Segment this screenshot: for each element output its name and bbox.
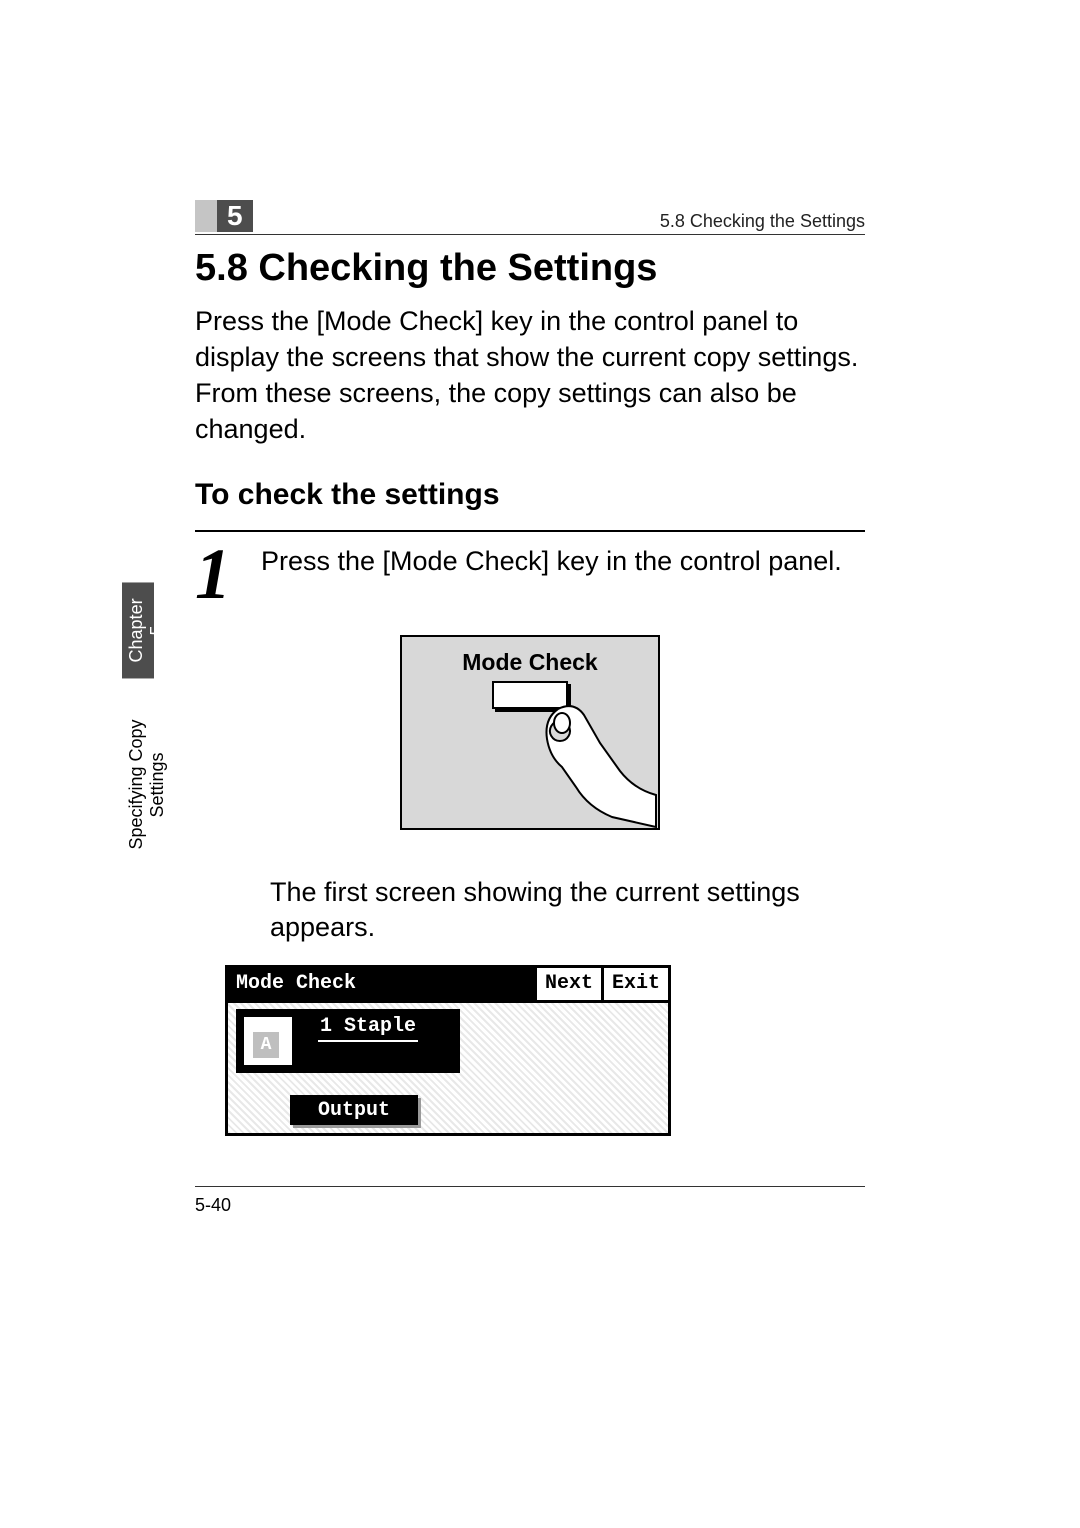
step-separator	[195, 530, 865, 532]
lcd-settings-box: A 1 Staple	[236, 1009, 460, 1073]
section-subtitle: To check the settings	[195, 478, 865, 512]
side-tab-chapter: Chapter 5	[122, 582, 154, 678]
lcd-screen: Mode Check Next Exit A 1 Staple Output	[225, 965, 671, 1136]
side-tab-label: Specifying Copy Settings	[122, 678, 154, 892]
footer-rule	[195, 1186, 865, 1187]
chapter-badge: 5	[195, 200, 253, 232]
side-tab: Chapter 5 Specifying Copy Settings	[122, 582, 154, 892]
panel-illustration-wrap: Mode Check	[195, 635, 865, 835]
control-panel-illustration: Mode Check	[400, 635, 660, 830]
section-intro: Press the [Mode Check] key in the contro…	[195, 304, 865, 448]
section-title: 5.8 Checking the Settings	[195, 247, 865, 290]
step-number: 1	[195, 544, 231, 605]
lcd-title: Mode Check	[228, 968, 534, 1000]
document-icon-letter: A	[253, 1032, 279, 1058]
page-number: 5-40	[195, 1195, 865, 1216]
step-result: The first screen showing the current set…	[270, 875, 865, 945]
lcd-output-button[interactable]: Output	[290, 1095, 418, 1125]
step-text: Press the [Mode Check] key in the contro…	[261, 544, 865, 579]
mode-check-label: Mode Check	[402, 649, 658, 676]
header-row: 5 5.8 Checking the Settings	[195, 200, 865, 235]
running-head: 5.8 Checking the Settings	[660, 211, 865, 232]
lcd-exit-button[interactable]: Exit	[601, 968, 668, 1000]
step-1: 1 Press the [Mode Check] key in the cont…	[195, 544, 865, 605]
lcd-staple-label: 1 Staple	[318, 1015, 418, 1042]
lcd-top-bar: Mode Check Next Exit	[228, 968, 668, 1000]
document-icon: A	[244, 1017, 292, 1065]
document-page: Chapter 5 Specifying Copy Settings 5 5.8…	[0, 0, 1080, 1528]
lcd-body: A 1 Staple Output	[228, 1000, 668, 1133]
finger-icon	[538, 699, 658, 829]
lcd-next-button[interactable]: Next	[534, 968, 601, 1000]
content-area: 5 5.8 Checking the Settings 5.8 Checking…	[195, 200, 865, 1216]
